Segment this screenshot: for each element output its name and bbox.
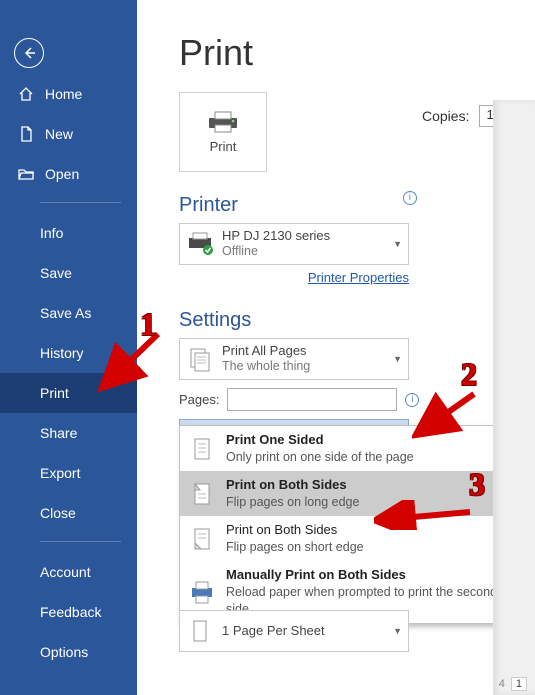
nav-close[interactable]: Close — [0, 493, 137, 533]
file-icon — [18, 126, 34, 142]
folder-open-icon — [18, 166, 34, 182]
page-single-icon — [188, 435, 216, 463]
print-range-selector[interactable]: Print All Pages The whole thing ▼ — [179, 338, 409, 380]
page-flip-short-icon — [188, 525, 216, 553]
callout-2: 2 — [461, 356, 477, 393]
nav-export[interactable]: Export — [0, 453, 137, 493]
copies-label: Copies: — [422, 108, 469, 124]
home-icon — [18, 86, 34, 102]
back-button[interactable] — [14, 38, 44, 68]
printer-status: Offline — [222, 244, 330, 260]
printer-name: HP DJ 2130 series — [222, 228, 330, 244]
printer-info-icon[interactable]: i — [403, 191, 417, 205]
pages-icon — [186, 345, 214, 373]
nav-info[interactable]: Info — [0, 213, 137, 253]
callout-1: 1 — [140, 306, 156, 343]
print-button-label: Print — [210, 139, 237, 154]
printer-manual-icon — [188, 578, 216, 606]
print-preview-gutter — [493, 100, 535, 695]
settings-heading: Settings — [179, 309, 535, 332]
printer-heading: Printer — [179, 194, 238, 217]
footer-num-b[interactable]: 1 — [511, 677, 527, 691]
print-range-sub: The whole thing — [222, 359, 310, 375]
footer-page-nav: 4 1 — [499, 677, 527, 691]
nav-new-label: New — [45, 126, 73, 142]
nav-divider — [40, 541, 121, 542]
nav-home-label: Home — [45, 86, 82, 102]
footer-num-a: 4 — [499, 678, 505, 690]
main-panel: Print Print Copies: 1 ▲▼ Printer i HP DJ… — [137, 0, 535, 695]
print-button[interactable]: Print — [179, 92, 267, 172]
pages-input[interactable] — [227, 388, 397, 411]
chevron-down-icon: ▼ — [393, 626, 402, 636]
nav-account[interactable]: Account — [0, 552, 137, 592]
arrow-3 — [374, 500, 474, 530]
page-title: Print — [179, 32, 535, 74]
pages-per-sheet-selector[interactable]: 1 Page Per Sheet ▼ — [179, 610, 409, 652]
printer-selector[interactable]: HP DJ 2130 series Offline ▼ — [179, 223, 409, 265]
pps-label: 1 Page Per Sheet — [222, 623, 325, 639]
nav-share[interactable]: Share — [0, 413, 137, 453]
nav-feedback[interactable]: Feedback — [0, 592, 137, 632]
arrow-2 — [412, 388, 482, 448]
pages-label: Pages: — [179, 392, 219, 407]
nav-open-label: Open — [45, 166, 79, 182]
page-one-icon — [186, 617, 214, 645]
nav-divider — [40, 202, 121, 203]
page-flip-long-icon — [188, 480, 216, 508]
printer-status-icon — [186, 230, 214, 258]
chevron-down-icon: ▼ — [393, 354, 402, 364]
nav-new[interactable]: New — [0, 114, 137, 154]
printer-properties-link[interactable]: Printer Properties — [308, 270, 409, 285]
back-arrow-icon — [21, 45, 37, 61]
nav-save-as[interactable]: Save As — [0, 293, 137, 333]
chevron-down-icon: ▼ — [393, 239, 402, 249]
nav-options[interactable]: Options — [0, 632, 137, 672]
callout-3: 3 — [469, 466, 485, 503]
nav-home[interactable]: Home — [0, 74, 137, 114]
printer-icon — [206, 111, 240, 133]
nav-save[interactable]: Save — [0, 253, 137, 293]
nav-open[interactable]: Open — [0, 154, 137, 194]
print-range-title: Print All Pages — [222, 343, 310, 359]
